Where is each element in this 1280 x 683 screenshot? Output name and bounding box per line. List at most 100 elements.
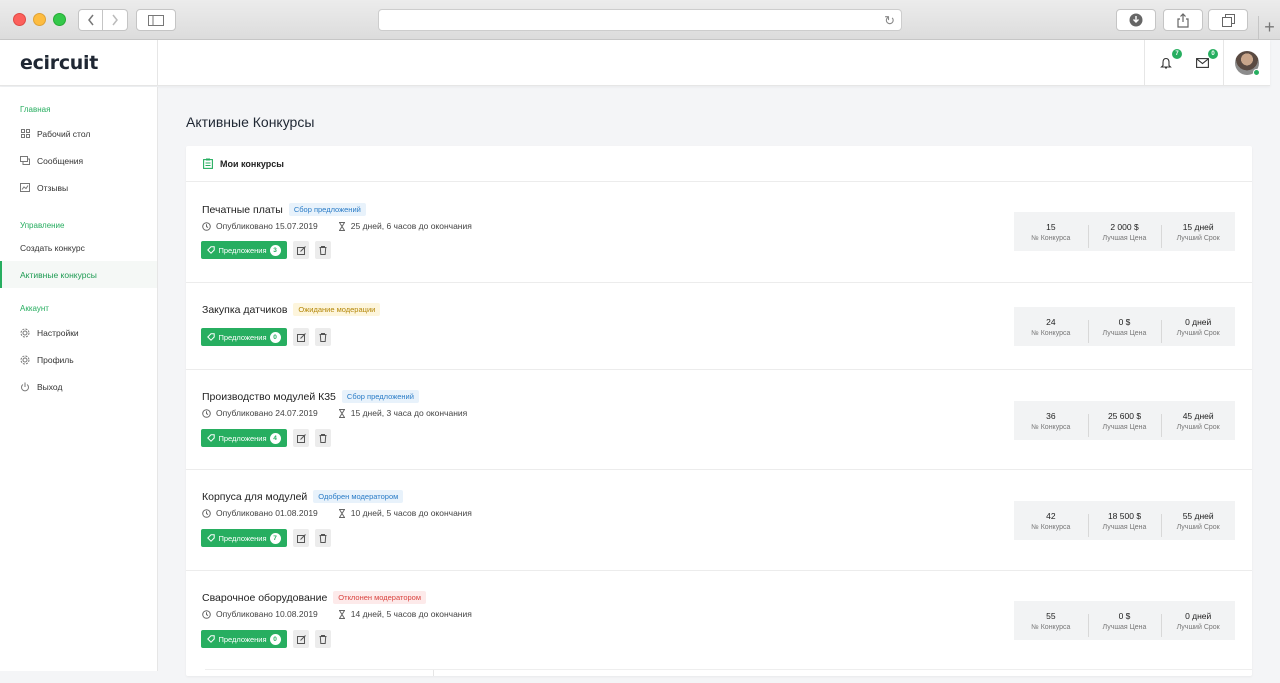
delete-button[interactable]	[315, 429, 331, 447]
back-button[interactable]	[78, 9, 103, 31]
browser-toolbar: ↻ +	[0, 0, 1280, 40]
offers-label: Предложения	[218, 533, 267, 543]
offers-button[interactable]: Предложения 0	[201, 630, 287, 648]
trash-icon	[319, 433, 327, 443]
sidebar-item-reviews[interactable]: Отзывы	[0, 174, 157, 201]
tag-icon	[207, 246, 216, 254]
close-window-button[interactable]	[13, 13, 26, 26]
contest-row: Сварочное оборудование Отклонен модерато…	[186, 571, 1252, 675]
stat-label: № Конкурса	[1031, 523, 1071, 531]
logo-area: ecircuit	[0, 40, 158, 86]
download-icon	[1129, 13, 1143, 27]
offers-count: 4	[269, 432, 281, 444]
contest-row: Производство модулей К35 Сбор предложени…	[186, 370, 1252, 470]
avatar[interactable]	[1235, 51, 1260, 76]
offers-button[interactable]: Предложения 3	[201, 241, 287, 259]
sidebar-item-label: Отзывы	[37, 182, 69, 193]
stat-best-term: 45 дней Лучший Срок	[1161, 410, 1235, 437]
chevron-right-icon	[112, 14, 118, 26]
sidebar: Главная Рабочий стол Сообщения Отзывы Уп…	[0, 87, 158, 671]
sidebar-section-title: Управление	[20, 221, 65, 230]
offers-button[interactable]: Предложения 4	[201, 429, 287, 447]
contest-title[interactable]: Печатные платы	[202, 204, 283, 216]
stat-value: 45 дней	[1182, 410, 1214, 421]
clock-icon	[202, 609, 211, 619]
address-bar[interactable]: ↻	[378, 9, 902, 31]
chevron-left-icon	[87, 14, 94, 26]
forward-button[interactable]	[103, 9, 128, 31]
contest-stats: 36 № Конкурса 25 600 $ Лучшая Цена 45 дней…	[1014, 401, 1235, 440]
logo[interactable]: ecircuit	[20, 52, 98, 74]
stat-number: 15 № Конкурса	[1014, 222, 1088, 242]
delete-button[interactable]	[315, 328, 331, 346]
mail-icon	[1195, 58, 1209, 68]
contest-stats: 55 № Конкурса 0 $ Лучшая Цена 0 дней Лучший…	[1014, 601, 1235, 640]
contest-row: Печатные платы Сбор предложений Опублико…	[186, 182, 1252, 283]
edit-button[interactable]	[293, 241, 309, 259]
new-tab-button[interactable]: +	[1258, 16, 1280, 40]
edit-icon	[296, 245, 306, 255]
hourglass-icon	[338, 508, 345, 518]
sidebar-item-create-contest[interactable]: Создать конкурс	[0, 234, 157, 261]
delete-button[interactable]	[315, 241, 331, 259]
stat-value: 0 дней	[1185, 610, 1212, 621]
status-badge: Сбор предложений	[288, 203, 366, 216]
time-remaining: 10 дней, 5 часов до окончания	[350, 508, 472, 518]
user-menu[interactable]	[1224, 40, 1270, 86]
stat-value: 36	[1046, 410, 1056, 421]
contest-title[interactable]: Закупка датчиков	[202, 304, 287, 316]
offers-button[interactable]: Предложения 0	[201, 328, 287, 346]
sidebar-item-dashboard[interactable]: Рабочий стол	[0, 120, 157, 147]
notifications-button[interactable]: 7	[1155, 49, 1182, 74]
offers-label: Предложения	[218, 332, 267, 342]
notifications-badge: 7	[1172, 49, 1182, 59]
header-actions: 7 0	[1144, 40, 1270, 86]
trash-icon	[319, 245, 327, 255]
stat-number: 55 № Конкурса	[1014, 611, 1088, 631]
delete-button[interactable]	[315, 529, 331, 547]
tabs-button[interactable]	[1208, 9, 1248, 31]
clock-icon	[202, 221, 211, 231]
contests-panel: Мои конкурсы Печатные платы Сбор предлож…	[186, 146, 1252, 676]
downloads-button[interactable]	[1116, 9, 1156, 31]
maximize-window-button[interactable]	[53, 13, 66, 26]
contest-title[interactable]: Корпуса для модулей	[202, 491, 307, 503]
gear-icon	[20, 355, 30, 365]
edit-button[interactable]	[293, 630, 309, 648]
share-button[interactable]	[1163, 9, 1203, 31]
published-date: Опубликовано 01.08.2019	[216, 508, 318, 518]
stat-label: Лучший Срок	[1176, 423, 1220, 431]
contest-title[interactable]: Сварочное оборудование	[202, 592, 327, 604]
sidebar-item-settings[interactable]: Настройки	[0, 319, 157, 346]
contest-stats: 24 № Конкурса 0 $ Лучшая Цена 0 дней Лучший…	[1014, 307, 1235, 346]
stat-value: 15 дней	[1182, 221, 1214, 232]
stat-number: 42 № Конкурса	[1014, 511, 1088, 531]
reload-icon[interactable]: ↻	[884, 13, 895, 29]
contest-title-line: Корпуса для модулей Одобрен модератором	[202, 490, 404, 503]
sidebar-item-active-contests[interactable]: Активные конкурсы	[0, 261, 157, 288]
sidebar-item-messages[interactable]: Сообщения	[0, 147, 157, 174]
sidebar-toggle-button[interactable]	[136, 9, 176, 31]
stat-best-price: 25 600 $ Лучшая Цена	[1087, 410, 1162, 437]
edit-button[interactable]	[293, 429, 309, 447]
contest-title[interactable]: Производство модулей К35	[202, 391, 336, 403]
messages-button[interactable]: 0	[1191, 49, 1218, 74]
sidebar-item-logout[interactable]: Выход	[0, 373, 157, 400]
edit-button[interactable]	[293, 328, 309, 346]
offers-label: Предложения	[218, 245, 267, 255]
sidebar-item-profile[interactable]: Профиль	[0, 346, 157, 373]
bottom-edge	[205, 669, 1252, 676]
delete-button[interactable]	[315, 630, 331, 648]
stat-label: Лучший Срок	[1176, 329, 1220, 337]
contest-stats: 42 № Конкурса 18 500 $ Лучшая Цена 55 дней…	[1014, 501, 1235, 540]
hourglass-icon	[338, 408, 345, 418]
stat-value: 0 дней	[1185, 316, 1212, 327]
sidebar-section-title: Главная	[20, 105, 51, 114]
offers-button[interactable]: Предложения 7	[201, 529, 287, 547]
stat-value: 25 600 $	[1107, 410, 1142, 421]
contest-title-line: Печатные платы Сбор предложений	[202, 203, 366, 216]
minimize-window-button[interactable]	[33, 13, 46, 26]
edit-button[interactable]	[293, 529, 309, 547]
published-date: Опубликовано 24.07.2019	[216, 408, 318, 418]
status-badge: Ожидание модерации	[293, 303, 381, 316]
